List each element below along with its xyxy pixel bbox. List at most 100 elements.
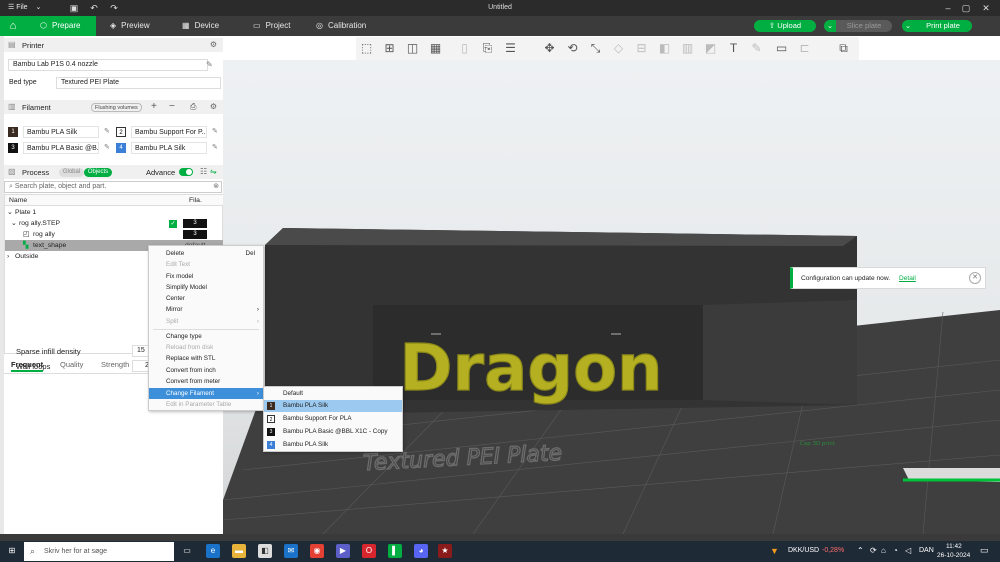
color-paint-icon[interactable]: ✎ (749, 41, 764, 56)
tree-row-part[interactable]: ◰ rog ally 3 (5, 229, 224, 240)
text-tool-icon[interactable]: T (726, 41, 741, 56)
cut-icon[interactable]: ⊟ (634, 41, 649, 56)
bed-type-select[interactable]: Textured PEI Plate (56, 77, 221, 89)
file-menu[interactable]: ☰ File ⌄ (8, 3, 41, 11)
edit-icon[interactable]: ✎ (212, 126, 218, 138)
slice-dropdown-button[interactable]: ⌄ (824, 20, 836, 32)
print-dropdown-button[interactable]: ⌄ (902, 20, 914, 32)
slice-plate-button[interactable]: Slice plate (836, 20, 892, 32)
filament-slot-2[interactable]: 2 Bambu Support For P... ✎ (116, 126, 222, 138)
chevron-down-icon[interactable]: ⌄ (7, 207, 13, 218)
menu-simplify-model[interactable]: Simplify Model (149, 282, 263, 293)
seam-icon[interactable]: ◩ (703, 41, 718, 56)
speaker-icon[interactable]: ◁ (905, 546, 911, 555)
fila-badge[interactable]: 3 (183, 230, 207, 239)
menu-convert-from-inch[interactable]: Convert from inch (149, 365, 263, 376)
boolean-icon[interactable]: ◧ (657, 41, 672, 56)
chrome-icon[interactable]: ◉ (310, 544, 324, 558)
add-object-icon[interactable]: ⬚ (359, 41, 374, 56)
store-icon[interactable]: ◧ (258, 544, 272, 558)
network-icon[interactable]: ⌂ (881, 546, 886, 555)
clock-date[interactable]: 26-10-2024 (937, 552, 970, 559)
wifi-icon[interactable]: ◔ (893, 546, 898, 555)
notice-detail-link[interactable]: Detail (899, 275, 916, 282)
home-icon[interactable]: ⌂ (0, 16, 26, 36)
tab-preview[interactable]: ◈ Preview (110, 16, 170, 36)
maximize-icon[interactable]: ▢ (958, 2, 974, 14)
list-icon[interactable]: ☷ (200, 167, 207, 176)
submenu-filament-2[interactable]: 2 Bambu Support For PLA (264, 413, 402, 425)
submenu-filament-3[interactable]: 3 Bambu PLA Basic @BBL X1C - Copy (264, 426, 402, 438)
submenu-default[interactable]: Default (264, 388, 402, 400)
save-icon[interactable]: ▣ (68, 2, 80, 14)
filament-slot-4[interactable]: 4 Bambu PLA Silk ✎ (116, 142, 222, 154)
chevron-up-icon[interactable]: ⌃ (857, 546, 864, 555)
chevron-right-icon[interactable]: › (7, 251, 9, 262)
submenu-filament-4[interactable]: 4 Bambu PLA Silk (264, 439, 402, 451)
move-icon[interactable]: ✥ (542, 41, 557, 56)
bambu-studio-icon[interactable]: ▌ (388, 544, 402, 558)
edit-icon[interactable]: ✎ (104, 126, 110, 138)
game-icon[interactable]: ★ (438, 544, 452, 558)
paste-icon[interactable]: ⎘ (480, 41, 495, 56)
tab-strength[interactable]: Strength (101, 360, 129, 372)
filament-slot-1[interactable]: 1 Bambu PLA Silk ✎ (8, 126, 114, 138)
menu-change-type[interactable]: Change type (149, 331, 263, 342)
discord-icon[interactable]: ◕ (414, 544, 428, 558)
remove-icon[interactable]: − (169, 101, 175, 112)
menu-mirror[interactable]: Mirror › (149, 304, 263, 315)
ticker-label[interactable]: DKK/USD (788, 547, 819, 554)
menu-replace-with-stl[interactable]: Replace with STL (149, 353, 263, 364)
object-search-input[interactable]: ⌕ Search plate, object and part. ⊗ (4, 181, 222, 193)
task-view-icon[interactable]: ▭ (180, 544, 194, 558)
opera-icon[interactable]: O (362, 544, 376, 558)
check-icon[interactable]: ✓ (169, 220, 177, 228)
rotate-icon[interactable]: ⟲ (565, 41, 580, 56)
advance-toggle[interactable] (179, 168, 193, 176)
fila-badge[interactable]: 3 (183, 219, 207, 228)
dragon-text[interactable]: Dragon (399, 331, 663, 406)
printer-select[interactable]: Bambu Lab P1S 0.4 nozzle (8, 59, 208, 71)
flushing-volumes-button[interactable]: Flushing volumes (91, 103, 142, 112)
menu-fix-model[interactable]: Fix model (149, 271, 263, 282)
copy-icon[interactable]: ▯ (457, 41, 472, 56)
gear-icon[interactable]: ⚙ (210, 40, 217, 49)
edit-icon[interactable]: ✎ (206, 60, 213, 69)
tab-quality[interactable]: Quality (60, 360, 83, 372)
tree-row-plate[interactable]: ⌄ Plate 1 (5, 207, 224, 218)
tab-device[interactable]: ▦ Device (182, 16, 242, 36)
video-app-icon[interactable]: ▶ (336, 544, 350, 558)
global-toggle[interactable]: Global (59, 168, 84, 177)
sync-icon[interactable]: ⟳ (870, 546, 877, 555)
variable-layer-icon[interactable]: ⧉ (836, 41, 851, 56)
close-icon[interactable]: ✕ (969, 272, 981, 284)
compare-icon[interactable]: ⇋ (210, 167, 217, 176)
edit-icon[interactable]: ✎ (212, 142, 218, 154)
taskbar-search[interactable]: ⌕ Skriv her for at søge (24, 542, 174, 561)
file-explorer-icon[interactable]: ▬ (232, 544, 246, 558)
language-indicator[interactable]: DAN (919, 547, 934, 554)
lay-on-face-icon[interactable]: ◇ (611, 41, 626, 56)
tab-project[interactable]: ▭ Project (253, 16, 313, 36)
3d-viewport[interactable]: Dragon Textured PEI Plate Cap 3D print (222, 60, 1000, 535)
menu-change-filament[interactable]: Change Filament › (149, 388, 263, 399)
filament-slot-3[interactable]: 3 Bambu PLA Basic @B... ✎ (8, 142, 114, 154)
menu-delete[interactable]: Delete Del (149, 248, 263, 259)
close-icon[interactable]: ✕ (978, 2, 994, 14)
notification-icon[interactable]: ▭ (980, 545, 989, 556)
print-plate-button[interactable]: Print plate (914, 20, 972, 32)
arrange-icon[interactable]: ▦ (428, 41, 443, 56)
windows-start-icon[interactable]: ⊞ (5, 544, 19, 558)
gear-icon[interactable]: ⚙ (210, 102, 217, 111)
redo-icon[interactable]: ↷ (108, 2, 120, 14)
support-paint-icon[interactable]: ▥ (680, 41, 695, 56)
edit-icon[interactable]: ✎ (104, 142, 110, 154)
upload-button[interactable]: ⇧ Upload (754, 20, 816, 32)
edge-icon[interactable]: e (206, 544, 220, 558)
chevron-down-icon[interactable]: ⌄ (11, 218, 17, 229)
orient-icon[interactable]: ◫ (405, 41, 420, 56)
layers-icon[interactable]: ☰ (503, 41, 518, 56)
sync-icon[interactable]: ⎙ (190, 102, 196, 112)
measure-icon[interactable]: ▭ (774, 41, 789, 56)
objects-toggle[interactable]: Objects (84, 168, 112, 177)
